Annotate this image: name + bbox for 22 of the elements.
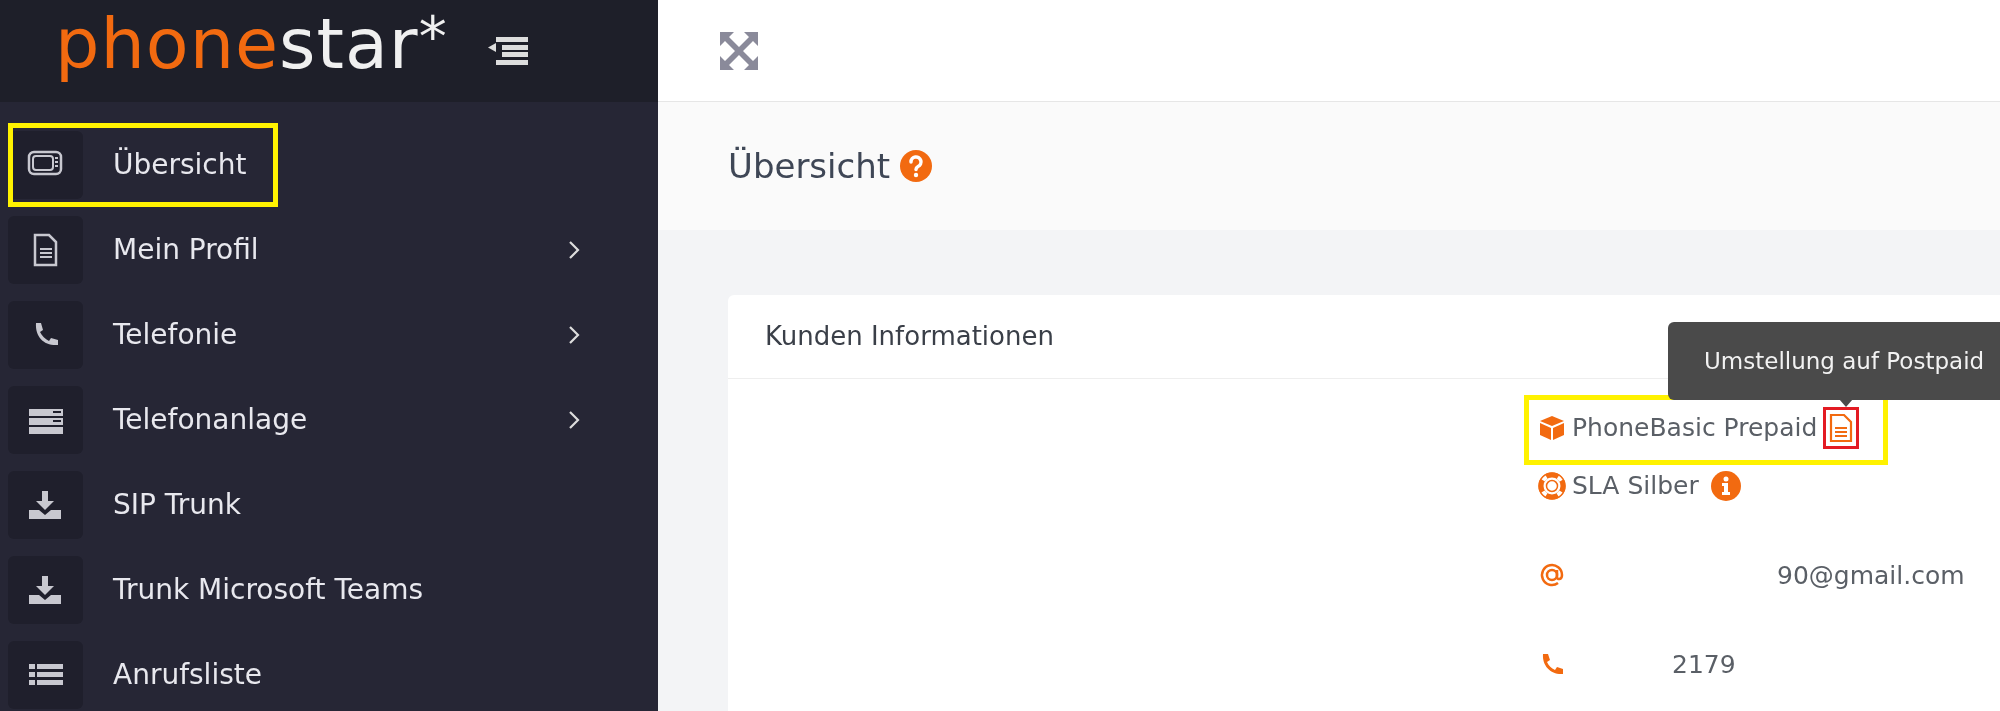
sidebar-item[interactable]: Telefonie [8, 293, 650, 377]
tooltip-arrow-icon [1839, 399, 1853, 407]
sidebar-item[interactable]: SIP Trunk [8, 463, 650, 547]
info-icon[interactable] [1710, 470, 1741, 501]
document-button[interactable] [1823, 407, 1860, 449]
sidebar-item[interactable]: Trunk Microsoft Teams [8, 548, 650, 632]
fullscreen-icon[interactable] [720, 31, 758, 70]
document-icon [1829, 413, 1854, 443]
lifebuoy-icon [1538, 471, 1566, 500]
plan-text: PhoneBasic Prepaid [1572, 412, 1818, 445]
phone-number: 2179 [1672, 649, 1736, 681]
plan-text: SLA Silber [1572, 470, 1699, 502]
sidebar-item[interactable]: Mein Profil [8, 208, 650, 292]
tooltip: Umstellung auf Postpaid [1668, 322, 2000, 400]
sidebar-item[interactable]: Anrufsliste [8, 633, 650, 711]
page-title: Übersicht [728, 145, 891, 187]
help-icon[interactable] [900, 150, 933, 182]
sidebar-item[interactable]: Übersicht [8, 123, 650, 207]
email-text: 90@gmail.com [1777, 559, 1965, 592]
menu-collapse-icon[interactable] [487, 37, 528, 65]
sidebar-item[interactable]: Telefonanlage [8, 378, 650, 462]
box-icon [1538, 414, 1566, 442]
